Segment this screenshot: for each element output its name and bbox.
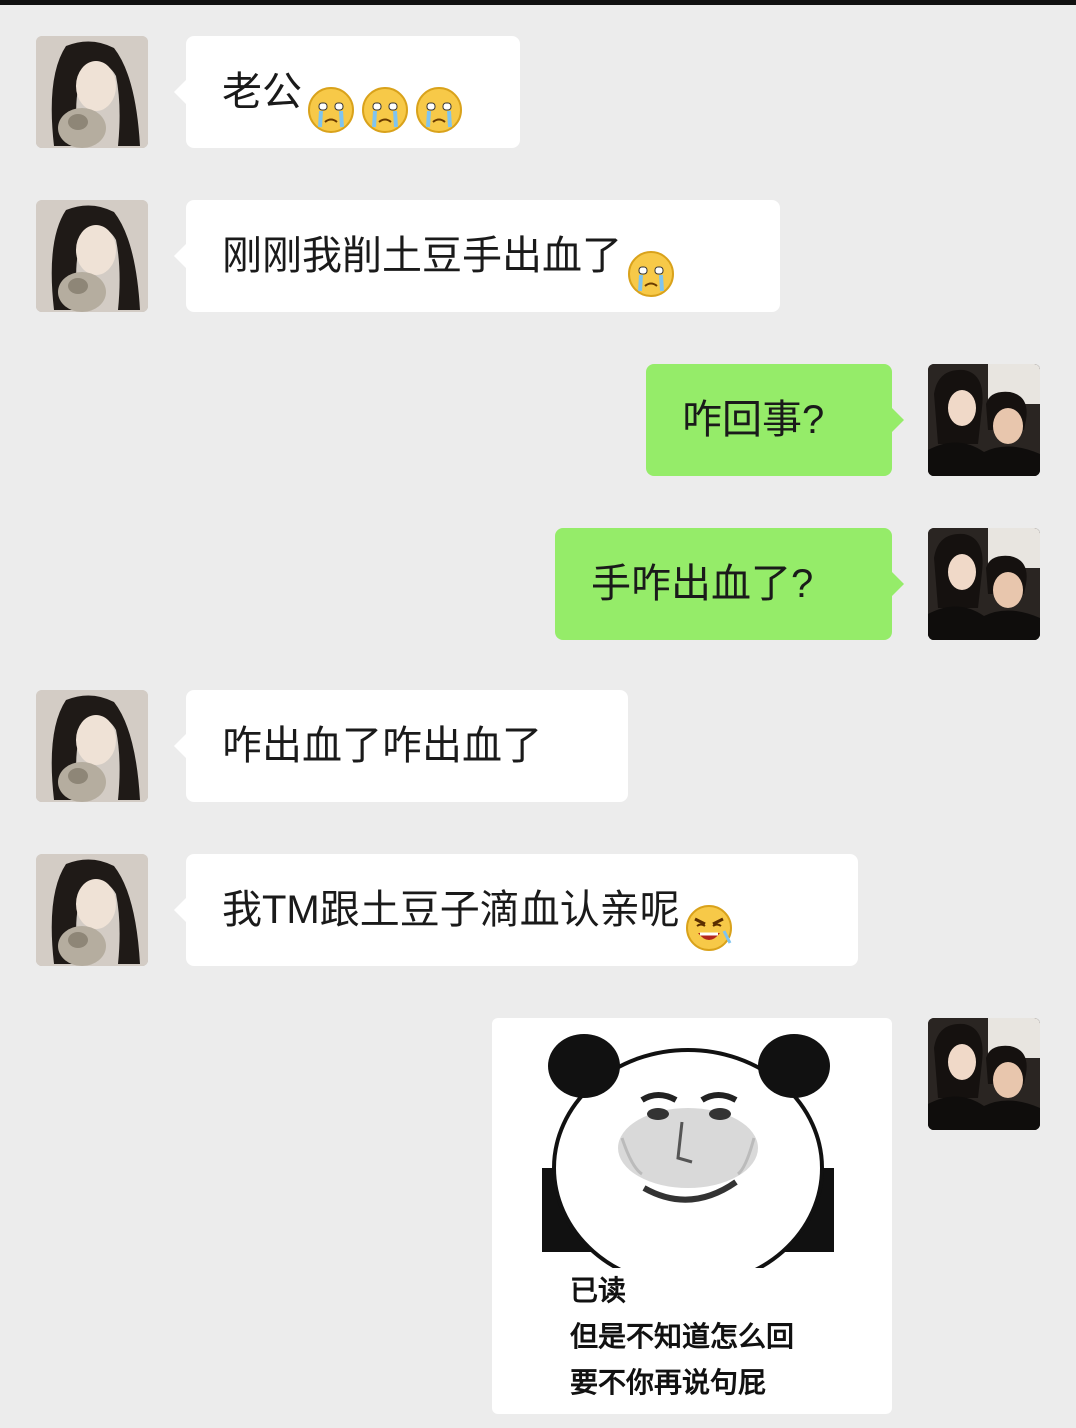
message-bubble[interactable]: 手咋出血了? xyxy=(555,528,904,640)
message-bubble[interactable]: 老公 xyxy=(174,36,520,148)
message-bubble[interactable]: 我TM跟土豆子滴血认亲呢 xyxy=(174,854,858,966)
message-text: 我TM跟土豆子滴血认亲呢 xyxy=(222,888,680,932)
girl-with-cat-avatar[interactable] xyxy=(36,200,148,312)
message-text: 咋回事? xyxy=(682,398,825,442)
message-text: 手咋出血了? xyxy=(591,562,814,606)
message-bubble[interactable]: 咋出血了咋出血了 xyxy=(174,690,628,802)
couple-photo-avatar[interactable] xyxy=(928,528,1040,640)
panda-face-icon xyxy=(542,1034,834,1288)
couple-photo-avatar[interactable] xyxy=(928,364,1040,476)
crying-emoji-icon xyxy=(360,66,410,134)
crying-emoji-icon xyxy=(306,66,356,134)
girl-with-cat-avatar[interactable] xyxy=(36,854,148,966)
message-text: 咋出血了咋出血了 xyxy=(222,724,542,768)
crying-emoji-icon xyxy=(414,66,464,134)
message-text: 老公 xyxy=(222,70,302,114)
message-bubble[interactable]: 刚刚我削土豆手出血了 xyxy=(174,200,780,312)
panda-meme-sticker[interactable]: 已读 但是不知道怎么回 要不你再说句屁 xyxy=(492,1018,892,1414)
angry-laughing-emoji-icon xyxy=(684,884,734,952)
girl-with-cat-avatar[interactable] xyxy=(36,36,148,148)
sticker-caption-line: 但是不知道怎么回 xyxy=(570,1320,795,1353)
sticker-caption-line: 要不你再说句屁 xyxy=(570,1366,767,1399)
crying-emoji-icon xyxy=(626,230,676,298)
couple-photo-avatar[interactable] xyxy=(928,1018,1040,1130)
top-edge-bar xyxy=(0,0,1076,5)
girl-with-cat-avatar[interactable] xyxy=(36,690,148,802)
message-bubble[interactable]: 咋回事? xyxy=(646,364,904,476)
message-text: 刚刚我削土豆手出血了 xyxy=(222,234,622,278)
sticker-caption: 已读 但是不知道怎么回 要不你再说句屁 xyxy=(570,1268,794,1406)
sticker-caption-line: 已读 xyxy=(570,1274,627,1307)
